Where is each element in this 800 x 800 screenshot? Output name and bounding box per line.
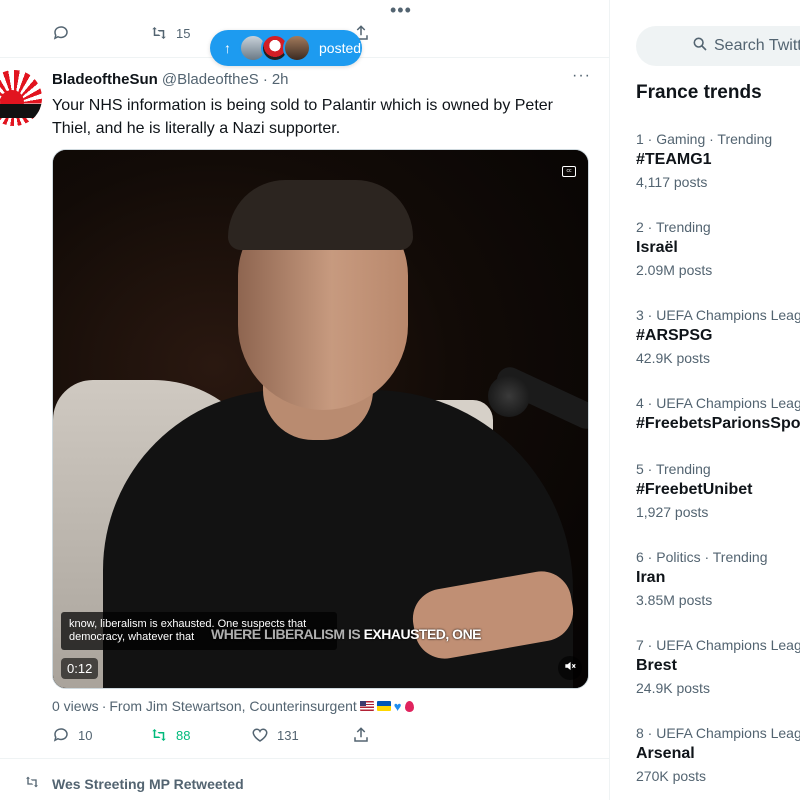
- search-icon: [692, 36, 708, 57]
- arrow-up-icon: ↑: [224, 40, 231, 56]
- tweet-text: Your NHS information is being sold to Pa…: [52, 97, 553, 137]
- trend-name: Arsenal: [636, 745, 695, 762]
- trend-count: 3.85M posts: [636, 592, 713, 608]
- trend-item[interactable]: 5 · Trending #FreebetUnibet 1,927 posts: [636, 460, 800, 522]
- reply-icon: [52, 24, 70, 42]
- reply-button[interactable]: 10: [52, 726, 92, 744]
- trend-count: 42.9K posts: [636, 350, 710, 366]
- balloon-icon: [404, 700, 414, 712]
- divider: [0, 758, 609, 759]
- video-player[interactable]: cc know, liberalism is exhausted. One su…: [52, 149, 589, 689]
- burned-caption-bright: EXHAUSTED, ONE: [363, 626, 482, 642]
- trend-name: Israël: [636, 239, 678, 256]
- trend-name: Iran: [636, 569, 666, 586]
- video-burned-caption: WHERE LIBERALISM IS EXHAUSTED, ONE: [211, 626, 482, 642]
- video-source[interactable]: From Jim Stewartson, Counterinsurgent: [109, 698, 356, 714]
- trend-meta: 6 · Politics · Trending: [636, 549, 768, 565]
- trend-count: 4,117 posts: [636, 174, 708, 190]
- retweet-icon: [150, 24, 168, 42]
- trend-meta: 1 · Gaming · Trending: [636, 131, 773, 147]
- new-posts-label: posted: [319, 40, 362, 56]
- trend-item[interactable]: 8 · UEFA Champions League · Trending Ars…: [636, 724, 800, 786]
- more-icon[interactable]: •••: [390, 0, 412, 21]
- burned-caption-dim: WHERE LIBERALISM IS: [211, 626, 361, 642]
- trends-title: France trends: [636, 82, 762, 103]
- trend-meta: 4 · UEFA Champions League · Trending: [636, 395, 800, 411]
- trend-name: Brest: [636, 657, 677, 674]
- retweet-button[interactable]: 15: [150, 24, 190, 42]
- retweet-button[interactable]: 88: [150, 726, 190, 744]
- new-posts-pill[interactable]: ↑ posted: [210, 30, 362, 66]
- avatar: [283, 34, 311, 62]
- trend-name: #TEAMG1: [636, 151, 712, 168]
- like-button[interactable]: 131: [251, 726, 299, 744]
- mute-button[interactable]: [558, 656, 582, 680]
- trend-item[interactable]: 4 · UEFA Champions League · Trending #Fr…: [636, 394, 800, 456]
- share-button[interactable]: [352, 726, 370, 744]
- video-meta: 0 views · From Jim Stewartson, Counterin…: [52, 698, 414, 714]
- reply-button[interactable]: [52, 24, 78, 42]
- new-posts-avatars: [239, 34, 311, 62]
- trend-count: 270K posts: [636, 768, 707, 784]
- video-person-hair: [228, 180, 413, 250]
- video-timestamp: 0:12: [61, 658, 99, 679]
- share-icon: [352, 726, 370, 744]
- ukraine-flag-icon: [376, 701, 391, 711]
- trend-count: 24.9K posts: [636, 680, 710, 696]
- tweet-more-icon[interactable]: ···: [572, 67, 591, 85]
- search-input[interactable]: Search Twitter: [714, 37, 800, 55]
- video-microphone-head: [488, 375, 530, 417]
- trend-name: #FreebetsParionsSport: [636, 415, 800, 432]
- volume-muted-icon: [563, 659, 577, 678]
- heart-icon: [251, 726, 269, 744]
- author-handle[interactable]: @BladeoftheS: [162, 71, 259, 88]
- trend-item[interactable]: 6 · Politics · Trending Iran 3.85M posts: [636, 548, 800, 610]
- trend-meta: 5 · Trending: [636, 461, 711, 477]
- us-flag-icon: [359, 701, 374, 711]
- trend-meta: 7 · UEFA Champions League · Trending: [636, 637, 800, 653]
- trend-item[interactable]: 2 · Trending Israël 2.09M posts: [636, 218, 800, 280]
- blue-heart-icon: ♥: [393, 698, 402, 714]
- trend-count: 1,927 posts: [636, 504, 709, 520]
- right-sidebar: Search Twitter France trends 1 · Gaming …: [610, 0, 800, 800]
- separator: ·: [101, 698, 107, 714]
- retweeted-by-label: Wes Streeting MP Retweeted: [52, 775, 244, 792]
- trend-name: #ARSPSG: [636, 327, 713, 344]
- separator: ·: [262, 71, 268, 88]
- trend-count: 2.09M posts: [636, 262, 713, 278]
- reply-icon: [52, 726, 70, 744]
- retweet-count: 15: [176, 25, 191, 41]
- trend-meta: 2 · Trending: [636, 219, 711, 235]
- author-name[interactable]: BladeoftheSun: [52, 71, 158, 88]
- retweeted-by[interactable]: Wes Streeting MP Retweeted: [24, 774, 244, 793]
- tweet-author-avatar[interactable]: [0, 70, 42, 126]
- tweet-header: BladeoftheSun @BladeoftheS · 2h: [52, 71, 289, 88]
- retweet-icon: [24, 774, 40, 793]
- trend-count: [636, 436, 800, 456]
- search-box[interactable]: Search Twitter: [636, 26, 800, 66]
- retweet-count: 88: [176, 727, 191, 743]
- trend-meta: 8 · UEFA Champions League · Trending: [636, 725, 800, 741]
- view-count: 0 views: [52, 698, 99, 714]
- captions-icon[interactable]: cc: [562, 166, 576, 177]
- like-count: 131: [277, 727, 299, 743]
- timeline-feed: ••• 15 ↑ posted BladeoftheSun @Bladeofth…: [0, 0, 610, 800]
- trend-item[interactable]: 1 · Gaming · Trending #TEAMG1 4,117 post…: [636, 130, 800, 192]
- tweet-time[interactable]: 2h: [272, 71, 289, 88]
- tweet-actions: 10 88 131: [52, 726, 392, 746]
- trend-item[interactable]: 3 · UEFA Champions League · Trending #AR…: [636, 306, 800, 368]
- trend-name: #FreebetUnibet: [636, 481, 753, 498]
- trend-item[interactable]: 7 · UEFA Champions League · Trending Bre…: [636, 636, 800, 698]
- avatar-logo-band: [0, 104, 42, 118]
- reply-count: 10: [78, 727, 93, 743]
- trend-meta: 3 · UEFA Champions League · Trending: [636, 307, 800, 323]
- retweet-icon: [150, 726, 168, 744]
